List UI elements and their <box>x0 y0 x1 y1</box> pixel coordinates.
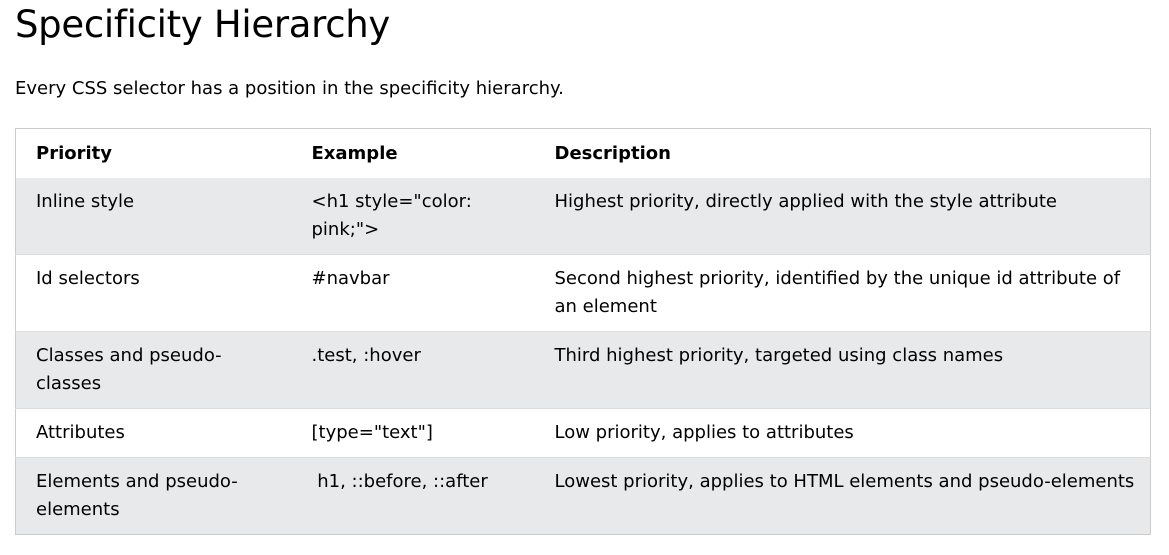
example-cell: h1, ::before, ::after <box>311 471 488 492</box>
table-row: Attributes [type="text"] Low priority, a… <box>15 408 1151 458</box>
page: Specificity Hierarchy Every CSS selector… <box>0 0 1169 555</box>
description-cell: Second highest priority, identified by t… <box>554 268 1121 317</box>
example-cell: #navbar <box>311 268 390 289</box>
header-example: Example <box>311 143 398 164</box>
example-cell: .test, :hover <box>311 345 421 366</box>
priority-cell: Attributes <box>36 422 125 443</box>
page-title: Specificity Hierarchy <box>15 3 390 46</box>
priority-cell: Inline style <box>36 191 135 212</box>
specificity-table: Priority Example Description Inline styl… <box>15 128 1151 535</box>
header-description: Description <box>554 143 671 164</box>
priority-cell: Elements and pseudo-elements <box>36 471 238 520</box>
table-row: Id selectors #navbar Second highest prio… <box>15 254 1151 332</box>
table-header-row: Priority Example Description <box>16 129 1151 179</box>
description-cell: Third highest priority, targeted using c… <box>554 345 1004 366</box>
description-cell: Lowest priority, applies to HTML element… <box>554 471 1135 492</box>
intro-text: Every CSS selector has a position in the… <box>15 78 564 99</box>
priority-cell: Classes and pseudo-classes <box>36 345 222 394</box>
table-row: Classes and pseudo-classes .test, :hover… <box>15 331 1151 409</box>
header-priority: Priority <box>36 143 112 164</box>
example-cell: <h1 style="color: pink;"> <box>311 191 478 240</box>
table-row: Elements and pseudo-elements h1, ::befor… <box>15 457 1151 535</box>
description-cell: Low priority, applies to attributes <box>554 422 854 443</box>
example-cell: [type="text"] <box>311 422 433 443</box>
table-row: Inline style <h1 style="color: pink;"> H… <box>15 178 1151 255</box>
description-cell: Highest priority, directly applied with … <box>554 191 1058 212</box>
priority-cell: Id selectors <box>36 268 140 289</box>
